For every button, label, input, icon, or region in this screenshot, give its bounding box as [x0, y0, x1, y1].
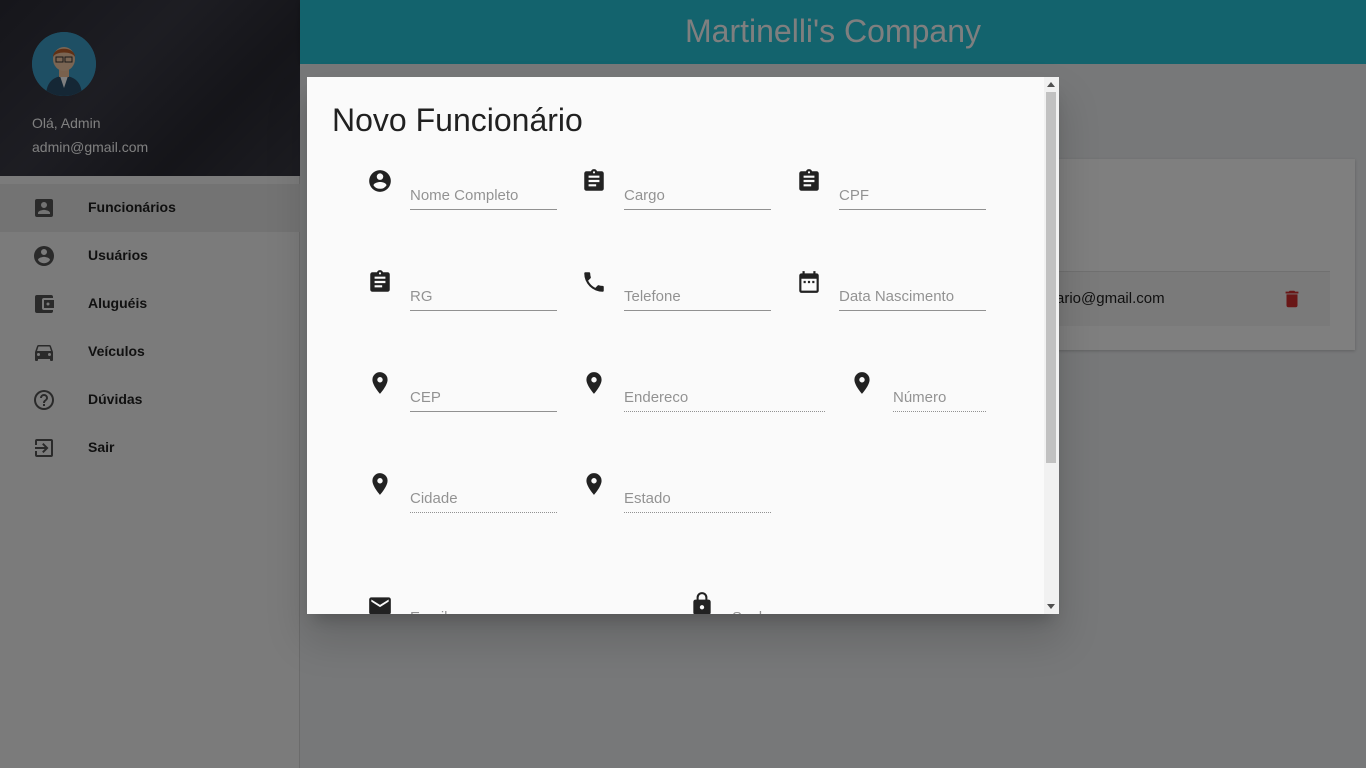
endereco-field[interactable] — [624, 383, 825, 413]
clipboard-icon — [799, 169, 819, 191]
clipboard-icon — [370, 270, 390, 292]
cargo-input[interactable] — [624, 181, 771, 209]
senha-input[interactable] — [732, 603, 932, 614]
new-employee-dialog: Novo Funcionário — [307, 77, 1059, 614]
cep-field[interactable] — [410, 383, 557, 413]
numero-input[interactable] — [893, 383, 986, 411]
cidade-input[interactable] — [410, 484, 557, 512]
location-pin-icon — [586, 473, 602, 495]
location-pin-icon — [854, 372, 870, 394]
clipboard-icon — [584, 169, 604, 191]
dialog-title: Novo Funcionário — [332, 102, 583, 138]
estado-field[interactable] — [624, 484, 771, 514]
scroll-up-arrow-icon[interactable] — [1047, 82, 1055, 87]
nome-completo-input[interactable] — [410, 181, 557, 209]
scrollbar-thumb[interactable] — [1046, 92, 1056, 463]
data-nascimento-field[interactable] — [839, 282, 986, 312]
data-nascimento-input[interactable] — [839, 282, 986, 310]
email-field[interactable] — [410, 603, 610, 614]
rg-field[interactable] — [410, 282, 557, 312]
calendar-icon — [799, 271, 819, 293]
senha-field[interactable] — [732, 603, 932, 614]
account-circle-icon — [369, 170, 391, 192]
phone-icon — [584, 272, 604, 292]
scroll-down-arrow-icon[interactable] — [1047, 604, 1055, 609]
telefone-field[interactable] — [624, 282, 771, 312]
lock-icon — [693, 592, 711, 614]
dialog-scrollbar[interactable] — [1044, 77, 1059, 614]
rg-input[interactable] — [410, 282, 557, 310]
location-pin-icon — [586, 372, 602, 394]
location-pin-icon — [372, 473, 388, 495]
cpf-input[interactable] — [839, 181, 986, 209]
cep-input[interactable] — [410, 383, 557, 411]
cpf-field[interactable] — [839, 181, 986, 211]
email-icon — [369, 597, 391, 614]
cargo-field[interactable] — [624, 181, 771, 211]
location-pin-icon — [372, 372, 388, 394]
endereco-input[interactable] — [624, 383, 825, 411]
telefone-input[interactable] — [624, 282, 771, 310]
nome-completo-field[interactable] — [410, 181, 557, 211]
estado-input[interactable] — [624, 484, 771, 512]
cidade-field[interactable] — [410, 484, 557, 514]
email-input[interactable] — [410, 603, 610, 614]
numero-field[interactable] — [893, 383, 986, 413]
